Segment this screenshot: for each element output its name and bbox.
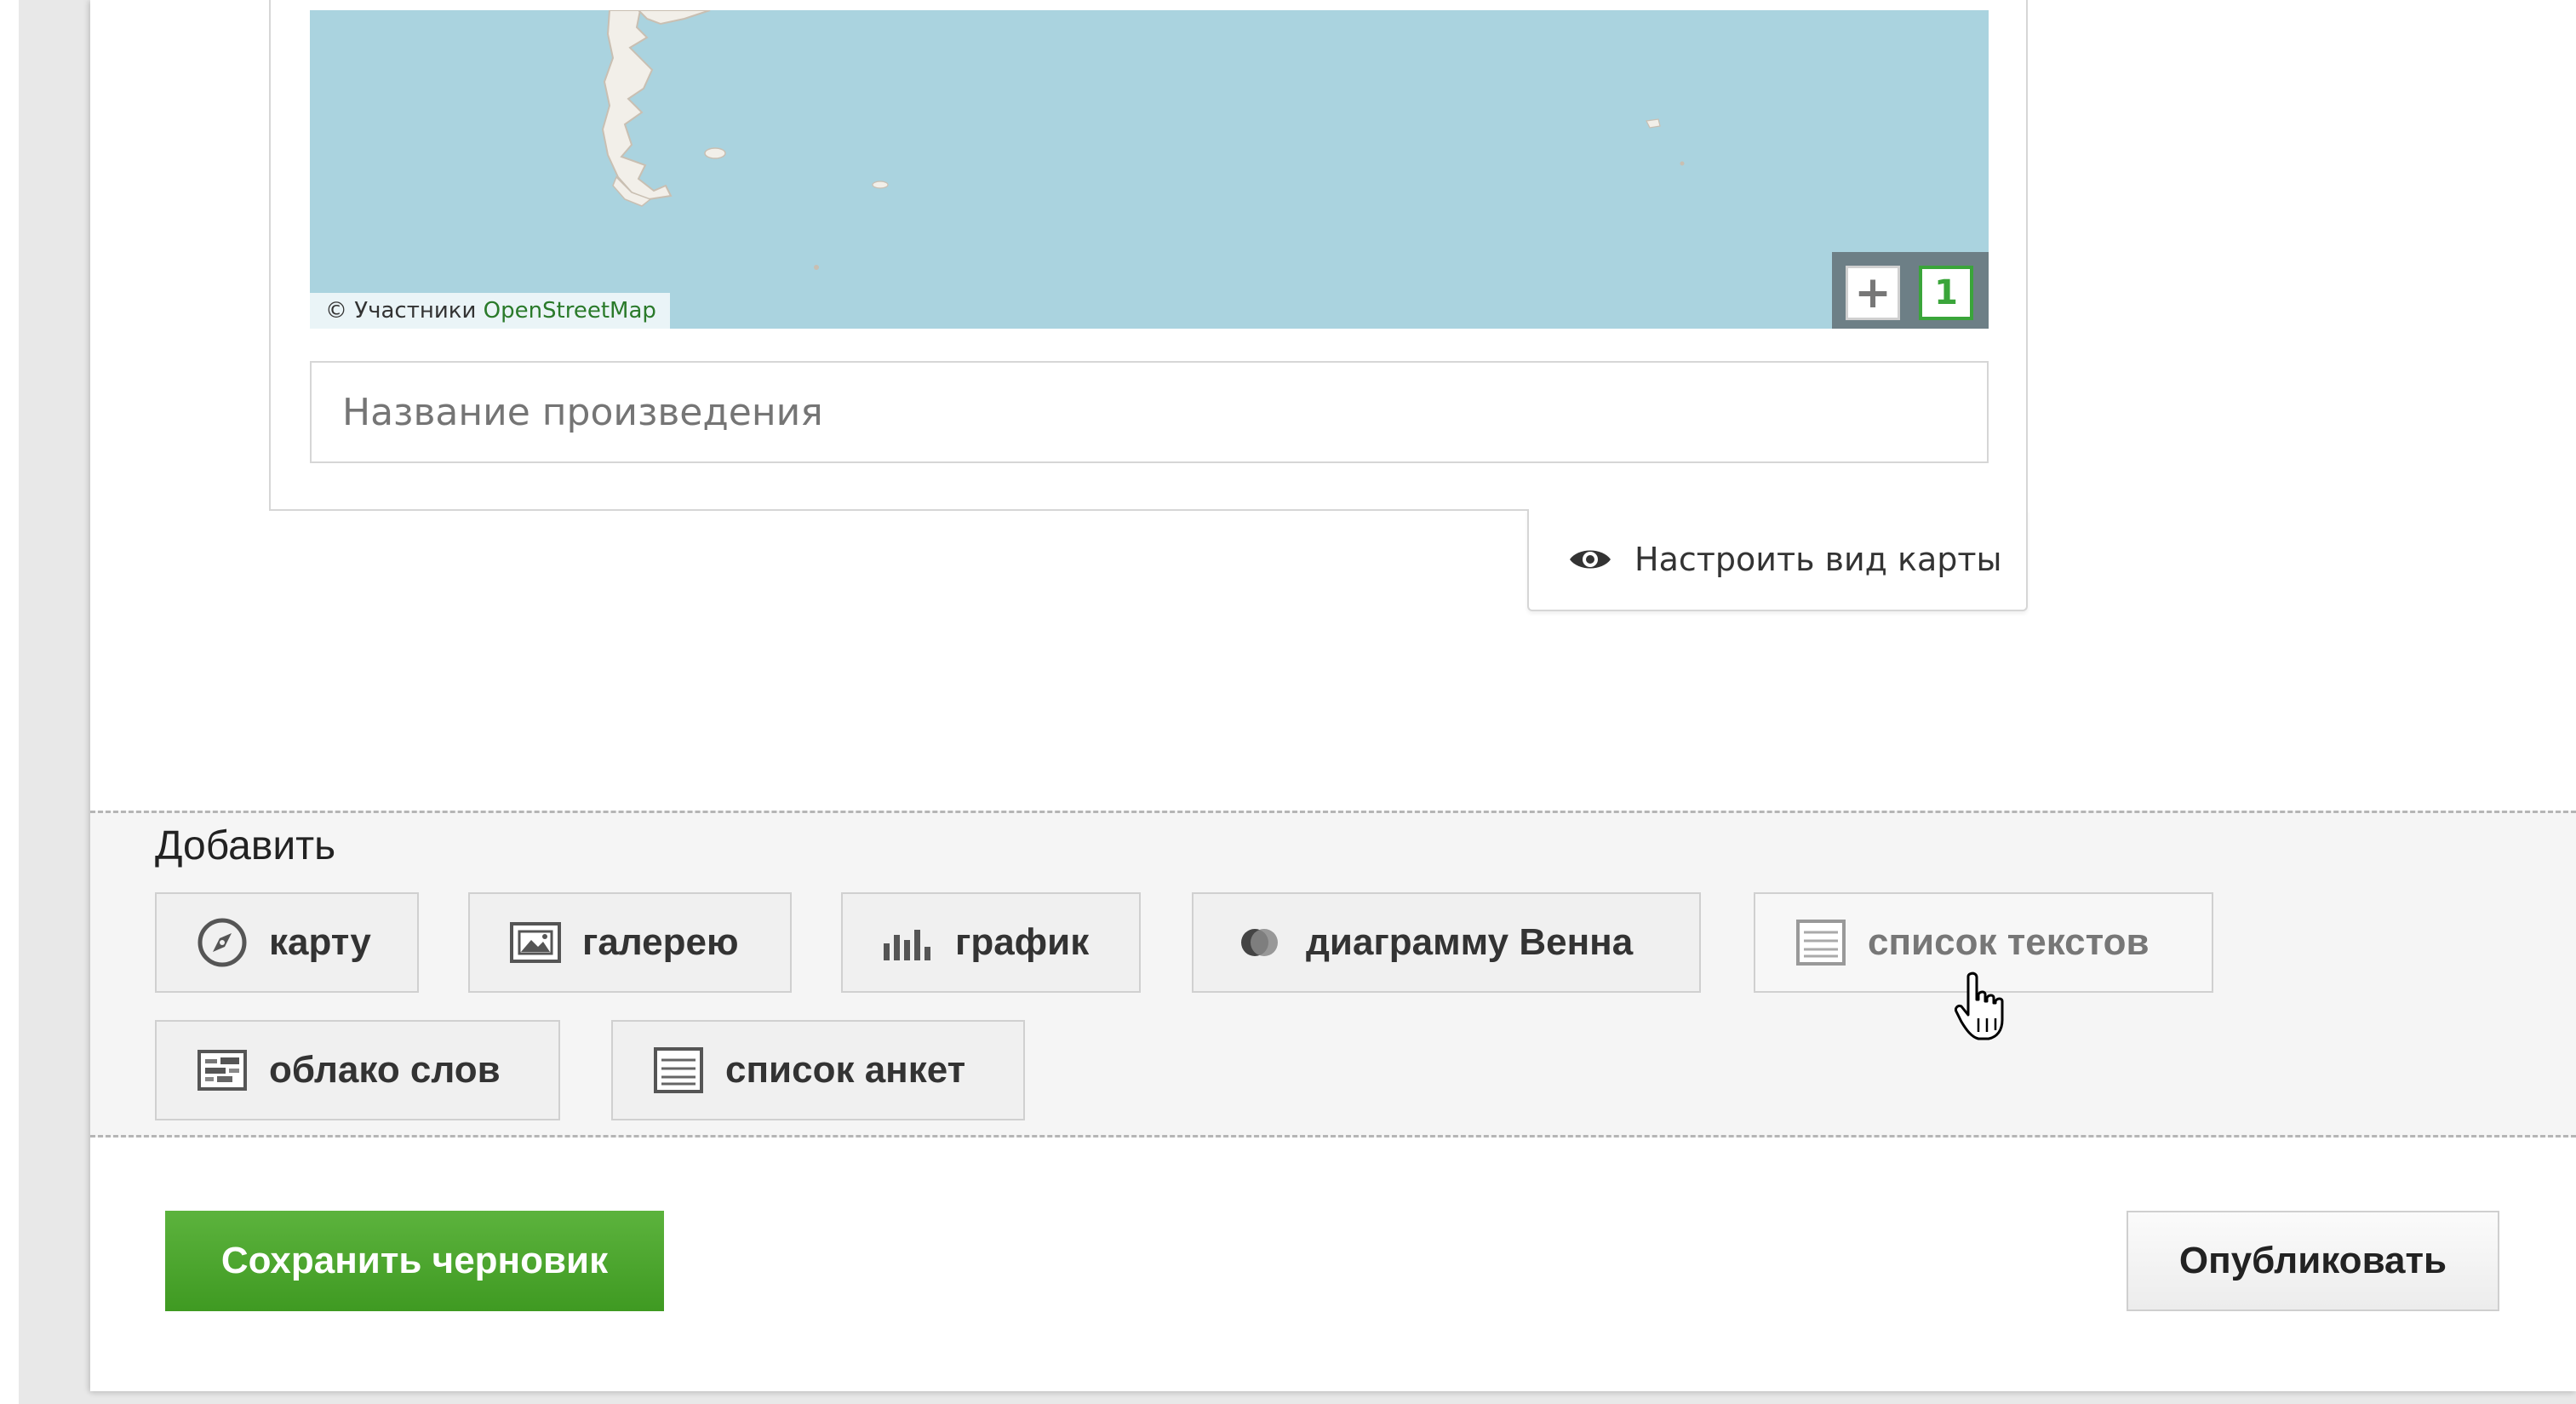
add-chart-label: график — [955, 921, 1090, 963]
add-text-list-label: список текстов — [1868, 921, 2150, 963]
add-survey-list-label: список анкет — [725, 1049, 966, 1091]
add-section-title: Добавить — [155, 823, 336, 868]
word-cloud-icon — [196, 1044, 249, 1097]
attribution-prefix: © Участники — [325, 298, 477, 324]
add-word-cloud-label: облако слов — [269, 1049, 501, 1091]
zoom-level-indicator[interactable]: 1 — [1919, 266, 1973, 320]
add-survey-list-button[interactable]: список анкет — [611, 1020, 1025, 1120]
map-settings-button[interactable]: Настроить вид карты — [1527, 509, 2028, 611]
add-gallery-button[interactable]: галерею — [468, 892, 792, 993]
compass-icon — [196, 916, 249, 969]
map-attribution: © Участники OpenStreetMap — [310, 293, 670, 329]
left-gutter — [0, 0, 19, 1404]
add-venn-diagram-button[interactable]: диаграмму Венна — [1192, 892, 1701, 993]
add-gallery-label: галерею — [582, 921, 739, 963]
venn-icon — [1233, 916, 1285, 969]
text-list-icon — [1795, 916, 1847, 969]
map-view[interactable]: © Участники OpenStreetMap + 1 — [310, 10, 1989, 329]
gallery-icon — [509, 916, 562, 969]
survey-list-icon — [652, 1044, 705, 1097]
openstreetmap-link[interactable]: OpenStreetMap — [484, 298, 656, 324]
publish-button[interactable]: Опубликовать — [2127, 1211, 2499, 1311]
bar-chart-icon — [882, 916, 935, 969]
map-settings-label: Настроить вид карты — [1634, 541, 2002, 578]
eye-icon — [1568, 545, 1612, 574]
work-title-input[interactable] — [310, 361, 1989, 463]
zoom-in-button[interactable]: + — [1846, 266, 1900, 320]
map-land-shapes — [601, 10, 1685, 270]
add-word-cloud-button[interactable]: облако слов — [155, 1020, 560, 1120]
add-map-button[interactable]: карту — [155, 892, 419, 993]
add-chart-button[interactable]: график — [841, 892, 1141, 993]
map-zoom-controls: + 1 — [1832, 252, 1989, 329]
add-venn-label: диаграмму Венна — [1306, 921, 1634, 963]
save-draft-button[interactable]: Сохранить черновик — [165, 1211, 664, 1311]
hand-cursor-icon — [1955, 971, 2009, 1046]
add-map-label: карту — [269, 921, 371, 963]
